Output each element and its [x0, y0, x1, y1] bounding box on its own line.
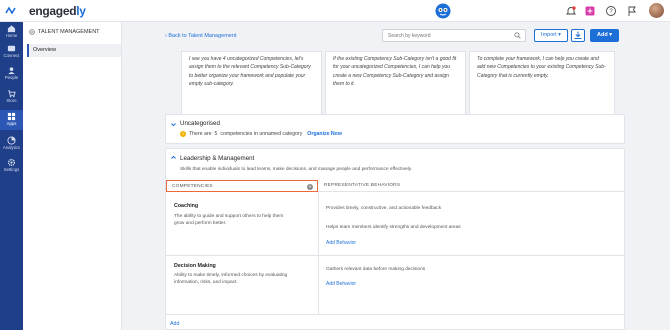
- row-divider: [166, 314, 625, 315]
- sidebar-item-overview[interactable]: Overview: [27, 44, 121, 57]
- section-description: Skills that enable individuals to lead t…: [180, 167, 413, 172]
- apps-icon: [7, 112, 16, 121]
- chevron-down-icon[interactable]: [170, 121, 177, 128]
- connect-icon: [7, 45, 16, 52]
- column-divider: [318, 192, 319, 314]
- ai-suggestion-card: If the existing Competency Sub-Category …: [325, 51, 466, 117]
- left-navigation: Home Connect People Store Apps Analytics…: [0, 22, 23, 330]
- add-button[interactable]: Add ▾: [590, 29, 619, 42]
- behavior-item: Provides timely, constructive, and actio…: [326, 206, 442, 211]
- analytics-icon: [7, 136, 16, 145]
- uncategorised-section: Uncategorised ! There are 5 competencies…: [165, 114, 625, 144]
- main-content: ‹ Back to Talent Management Import ▾ Add…: [123, 22, 670, 330]
- nav-store[interactable]: Store: [0, 87, 23, 107]
- behavior-item: Helps team members identify strengths an…: [326, 225, 461, 230]
- download-button[interactable]: [571, 29, 585, 42]
- back-to-talent-management-link[interactable]: ‹ Back to Talent Management: [165, 33, 236, 39]
- close-icon[interactable]: ✕: [307, 184, 313, 190]
- leadership-management-section: Leadership & Management Skills that enab…: [165, 148, 625, 330]
- competencies-column-header[interactable]: COMPETENCIES ✕: [166, 180, 318, 192]
- column-label: COMPETENCIES: [172, 184, 213, 189]
- info-suffix: competencies in unnamed category: [220, 131, 303, 137]
- uncategorised-count: 5: [214, 131, 218, 137]
- ai-suggestion-card: I see you have 4 uncategorized Competenc…: [181, 51, 322, 117]
- brand-logo[interactable]: engagedly: [29, 4, 86, 18]
- ai-suggestion-card: To complete your framework, I can help y…: [469, 51, 615, 117]
- sidebar-header: TALENT MANAGEMENT: [29, 29, 100, 35]
- help-icon[interactable]: ?: [605, 5, 617, 17]
- settings-icon: [7, 158, 16, 167]
- home-icon: [7, 25, 16, 33]
- svg-text:?: ?: [609, 9, 613, 15]
- competency-description: Ability to make timely, informed choices…: [174, 273, 288, 286]
- nav-home[interactable]: Home: [0, 22, 23, 42]
- talent-management-sidebar: TALENT MANAGEMENT Overview: [23, 22, 122, 330]
- info-prefix: There are: [189, 131, 212, 137]
- app-switcher-icon[interactable]: [5, 5, 17, 17]
- sidebar-title: TALENT MANAGEMENT: [38, 29, 100, 35]
- talent-management-icon: [29, 29, 35, 35]
- chevron-down-icon: ▾: [609, 32, 612, 38]
- warning-icon: !: [180, 131, 186, 137]
- competency-description: The ability to guide and support others …: [174, 214, 284, 227]
- search-icon[interactable]: [514, 32, 521, 39]
- nav-settings[interactable]: Settings: [0, 156, 23, 176]
- back-link-label: Back to Talent Management: [168, 33, 237, 39]
- import-button[interactable]: Import ▾: [534, 29, 568, 42]
- user-avatar[interactable]: [649, 3, 664, 18]
- chevron-down-icon: ▾: [558, 32, 561, 38]
- nav-analytics[interactable]: Analytics: [0, 134, 23, 154]
- add-competency-link[interactable]: Add: [170, 321, 179, 327]
- top-bar: engagedly ?: [0, 0, 670, 22]
- behavior-item: Gathers relevant data before making deci…: [326, 267, 426, 272]
- nav-people[interactable]: People: [0, 64, 23, 84]
- search-box: [382, 29, 526, 42]
- competency-name[interactable]: Decision Making: [174, 263, 216, 269]
- add-behavior-link[interactable]: Add Behavior: [326, 240, 356, 246]
- search-input[interactable]: [383, 30, 508, 41]
- flag-icon[interactable]: [626, 5, 638, 17]
- behaviors-column-header: REPRESENTATIVE BEHAVIORS: [318, 180, 625, 192]
- row-divider: [166, 255, 625, 256]
- add-behavior-link[interactable]: Add Behavior: [326, 281, 356, 287]
- people-icon: [8, 67, 15, 75]
- chevron-up-icon[interactable]: [170, 154, 177, 161]
- uncategorised-info: ! There are 5 competencies in unnamed ca…: [180, 131, 342, 137]
- nav-connect[interactable]: Connect: [0, 42, 23, 62]
- competency-name[interactable]: Coaching: [174, 203, 198, 209]
- nav-apps[interactable]: Apps: [0, 110, 23, 130]
- bell-icon[interactable]: [565, 5, 577, 17]
- section-title: Uncategorised: [180, 120, 220, 127]
- store-icon: [7, 90, 16, 98]
- organize-now-link[interactable]: Organize Now: [307, 131, 342, 137]
- section-title: Leadership & Management: [180, 155, 255, 162]
- plus-square-icon[interactable]: [584, 5, 596, 17]
- download-icon: [574, 31, 582, 39]
- assistant-mascot-icon[interactable]: [434, 2, 452, 20]
